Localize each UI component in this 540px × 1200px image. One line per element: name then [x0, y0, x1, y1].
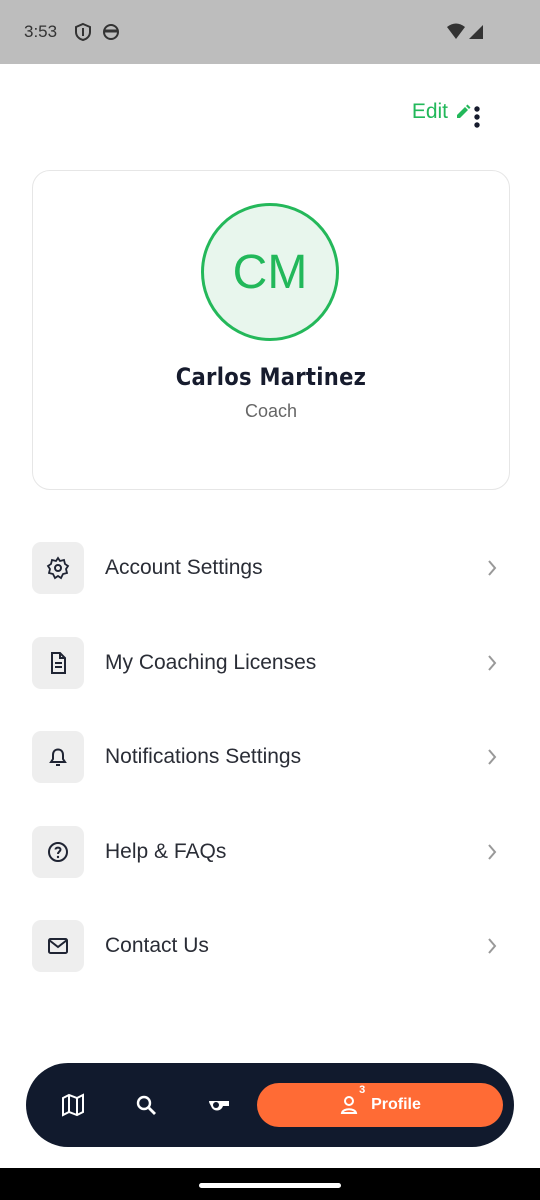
status-time: 3:53 — [24, 22, 58, 41]
status-bar: 3:53 — [0, 0, 540, 64]
menu-label: My Coaching Licenses — [105, 651, 317, 674]
search-icon[interactable] — [133, 1092, 159, 1118]
menu-item-help-faqs[interactable]: Help & FAQs — [32, 826, 508, 878]
menu-icon-box — [32, 920, 84, 972]
profile-tab-icon: 3 — [339, 1084, 365, 1117]
gear-icon — [46, 556, 70, 580]
menu-label: Notifications Settings — [105, 745, 302, 768]
chevron-right-icon — [488, 749, 497, 765]
profile-role: Coach — [244, 401, 298, 421]
profile-card: CM Carlos Martinez Coach — [32, 170, 510, 490]
menu-label: Account Settings — [105, 556, 263, 579]
chevron-right-icon — [488, 655, 497, 671]
system-navigation-bar — [0, 1168, 540, 1200]
edit-button[interactable]: Edit — [412, 100, 472, 124]
whistle-icon[interactable] — [207, 1092, 233, 1118]
menu-item-contact-us[interactable]: Contact Us — [32, 920, 508, 972]
more-options-icon[interactable] — [468, 104, 486, 132]
menu-icon-box — [32, 826, 84, 878]
chevron-right-icon — [488, 560, 497, 576]
avatar-initials: CM — [232, 245, 308, 299]
map-icon[interactable] — [60, 1092, 86, 1118]
profile-name: Carlos Martinez — [175, 363, 367, 391]
wifi-icon — [447, 23, 465, 39]
menu-item-account-settings[interactable]: Account Settings — [32, 542, 508, 594]
menu-icon-box — [32, 542, 84, 594]
menu-icon-box — [32, 637, 84, 689]
bell-icon — [49, 748, 67, 766]
chevron-right-icon — [488, 938, 497, 954]
menu-label: Help & FAQs — [105, 840, 227, 863]
menu-item-notifications-settings[interactable]: Notifications Settings — [32, 731, 508, 783]
profile-tab-label: Profile — [371, 1096, 421, 1113]
help-icon — [48, 842, 68, 862]
profile-badge: 3 — [359, 1084, 366, 1096]
shield-icon — [75, 22, 91, 42]
menu-item-coaching-licenses[interactable]: My Coaching Licenses — [32, 637, 508, 689]
mail-icon — [48, 938, 68, 954]
edit-label: Edit — [411, 100, 448, 123]
menu-icon-box — [32, 731, 84, 783]
bottom-navigation: 3 Profile — [26, 1063, 514, 1147]
menu-label: Contact Us — [105, 934, 209, 957]
profile-tab[interactable]: 3 Profile — [257, 1083, 503, 1127]
user-icon — [340, 1096, 358, 1114]
document-icon — [51, 652, 66, 674]
home-indicator[interactable] — [199, 1183, 341, 1188]
signal-icon — [469, 25, 483, 39]
avatar: CM — [201, 203, 339, 341]
face-icon — [103, 24, 119, 40]
chevron-right-icon — [488, 844, 497, 860]
